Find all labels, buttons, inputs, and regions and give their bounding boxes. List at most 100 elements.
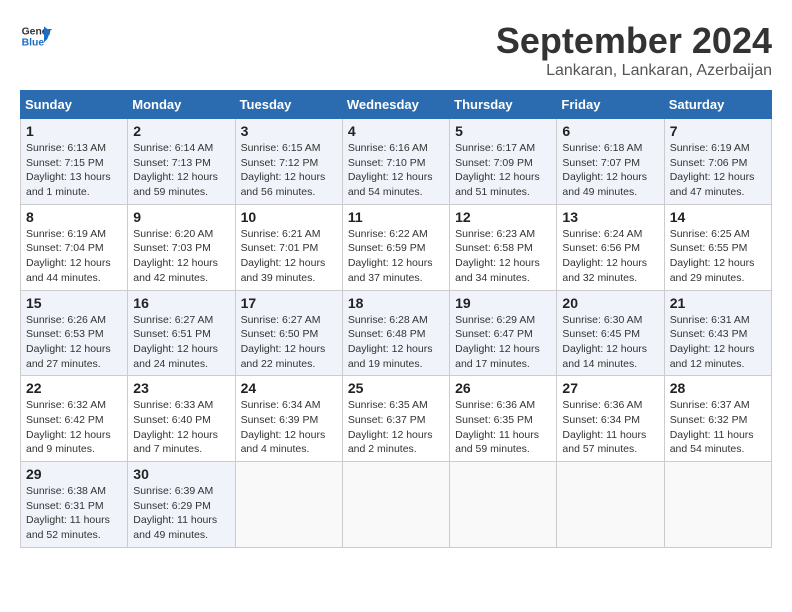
- day-info: Sunrise: 6:39 AM Sunset: 6:29 PM Dayligh…: [133, 484, 229, 543]
- weekday-sunday: Sunday: [21, 91, 128, 119]
- day-info: Sunrise: 6:18 AM Sunset: 7:07 PM Dayligh…: [562, 141, 658, 200]
- day-info: Sunrise: 6:21 AM Sunset: 7:01 PM Dayligh…: [241, 227, 337, 286]
- day-info: Sunrise: 6:32 AM Sunset: 6:42 PM Dayligh…: [26, 398, 122, 457]
- day-number: 6: [562, 123, 658, 139]
- calendar-week-5: 29 Sunrise: 6:38 AM Sunset: 6:31 PM Dayli…: [21, 462, 772, 548]
- day-number: 13: [562, 209, 658, 225]
- calendar-body: 1 Sunrise: 6:13 AM Sunset: 7:15 PM Daylig…: [21, 119, 772, 548]
- day-number: 21: [670, 295, 766, 311]
- day-number: 26: [455, 380, 551, 396]
- calendar-cell: 12 Sunrise: 6:23 AM Sunset: 6:58 PM Dayli…: [450, 204, 557, 290]
- weekday-saturday: Saturday: [664, 91, 771, 119]
- day-number: 2: [133, 123, 229, 139]
- day-info: Sunrise: 6:35 AM Sunset: 6:37 PM Dayligh…: [348, 398, 444, 457]
- day-info: Sunrise: 6:22 AM Sunset: 6:59 PM Dayligh…: [348, 227, 444, 286]
- calendar-cell: 26 Sunrise: 6:36 AM Sunset: 6:35 PM Dayli…: [450, 376, 557, 462]
- calendar-cell: 2 Sunrise: 6:14 AM Sunset: 7:13 PM Daylig…: [128, 119, 235, 205]
- calendar-cell: [450, 462, 557, 548]
- calendar-cell: [557, 462, 664, 548]
- day-number: 15: [26, 295, 122, 311]
- day-info: Sunrise: 6:30 AM Sunset: 6:45 PM Dayligh…: [562, 313, 658, 372]
- location-title: Lankaran, Lankaran, Azerbaijan: [496, 62, 772, 80]
- day-number: 5: [455, 123, 551, 139]
- day-number: 20: [562, 295, 658, 311]
- calendar-cell: 5 Sunrise: 6:17 AM Sunset: 7:09 PM Daylig…: [450, 119, 557, 205]
- weekday-thursday: Thursday: [450, 91, 557, 119]
- calendar-header: SundayMondayTuesdayWednesdayThursdayFrid…: [21, 91, 772, 119]
- calendar-cell: 6 Sunrise: 6:18 AM Sunset: 7:07 PM Daylig…: [557, 119, 664, 205]
- day-info: Sunrise: 6:23 AM Sunset: 6:58 PM Dayligh…: [455, 227, 551, 286]
- day-info: Sunrise: 6:36 AM Sunset: 6:35 PM Dayligh…: [455, 398, 551, 457]
- calendar-week-3: 15Sunrise: 6:26 AM Sunset: 6:53 PM Dayli…: [21, 290, 772, 376]
- day-number: 24: [241, 380, 337, 396]
- calendar-cell: 25 Sunrise: 6:35 AM Sunset: 6:37 PM Dayli…: [342, 376, 449, 462]
- day-info: Sunrise: 6:14 AM Sunset: 7:13 PM Dayligh…: [133, 141, 229, 200]
- day-number: 18: [348, 295, 444, 311]
- day-info: Sunrise: 6:28 AM Sunset: 6:48 PM Dayligh…: [348, 313, 444, 372]
- calendar-cell: 29 Sunrise: 6:38 AM Sunset: 6:31 PM Dayli…: [21, 462, 128, 548]
- day-number: 22: [26, 380, 122, 396]
- calendar-cell: 30Sunrise: 6:39 AM Sunset: 6:29 PM Dayli…: [128, 462, 235, 548]
- day-number: 1: [26, 123, 122, 139]
- day-info: Sunrise: 6:34 AM Sunset: 6:39 PM Dayligh…: [241, 398, 337, 457]
- weekday-header-row: SundayMondayTuesdayWednesdayThursdayFrid…: [21, 91, 772, 119]
- calendar-cell: [342, 462, 449, 548]
- calendar-cell: 13Sunrise: 6:24 AM Sunset: 6:56 PM Dayli…: [557, 204, 664, 290]
- calendar-cell: 18 Sunrise: 6:28 AM Sunset: 6:48 PM Dayli…: [342, 290, 449, 376]
- day-info: Sunrise: 6:31 AM Sunset: 6:43 PM Dayligh…: [670, 313, 766, 372]
- day-number: 29: [26, 466, 122, 482]
- calendar-cell: 27 Sunrise: 6:36 AM Sunset: 6:34 PM Dayli…: [557, 376, 664, 462]
- calendar-week-2: 8 Sunrise: 6:19 AM Sunset: 7:04 PM Daylig…: [21, 204, 772, 290]
- day-number: 25: [348, 380, 444, 396]
- weekday-wednesday: Wednesday: [342, 91, 449, 119]
- calendar-cell: [235, 462, 342, 548]
- calendar-cell: 28 Sunrise: 6:37 AM Sunset: 6:32 PM Dayli…: [664, 376, 771, 462]
- day-number: 19: [455, 295, 551, 311]
- day-number: 16: [133, 295, 229, 311]
- day-info: Sunrise: 6:29 AM Sunset: 6:47 PM Dayligh…: [455, 313, 551, 372]
- day-info: Sunrise: 6:19 AM Sunset: 7:06 PM Dayligh…: [670, 141, 766, 200]
- weekday-monday: Monday: [128, 91, 235, 119]
- day-number: 27: [562, 380, 658, 396]
- weekday-friday: Friday: [557, 91, 664, 119]
- page-header: General Blue September 2024 Lankaran, La…: [20, 20, 772, 80]
- calendar-table: SundayMondayTuesdayWednesdayThursdayFrid…: [20, 90, 772, 548]
- day-number: 14: [670, 209, 766, 225]
- calendar-cell: 11 Sunrise: 6:22 AM Sunset: 6:59 PM Dayli…: [342, 204, 449, 290]
- day-number: 23: [133, 380, 229, 396]
- title-area: September 2024 Lankaran, Lankaran, Azerb…: [496, 20, 772, 80]
- calendar-cell: 10 Sunrise: 6:21 AM Sunset: 7:01 PM Dayli…: [235, 204, 342, 290]
- day-info: Sunrise: 6:25 AM Sunset: 6:55 PM Dayligh…: [670, 227, 766, 286]
- month-title: September 2024: [496, 20, 772, 62]
- calendar-cell: 19 Sunrise: 6:29 AM Sunset: 6:47 PM Dayli…: [450, 290, 557, 376]
- calendar-cell: 4 Sunrise: 6:16 AM Sunset: 7:10 PM Daylig…: [342, 119, 449, 205]
- calendar-cell: 14 Sunrise: 6:25 AM Sunset: 6:55 PM Dayli…: [664, 204, 771, 290]
- day-info: Sunrise: 6:17 AM Sunset: 7:09 PM Dayligh…: [455, 141, 551, 200]
- day-number: 8: [26, 209, 122, 225]
- day-number: 28: [670, 380, 766, 396]
- calendar-cell: 16Sunrise: 6:27 AM Sunset: 6:51 PM Dayli…: [128, 290, 235, 376]
- day-info: Sunrise: 6:13 AM Sunset: 7:15 PM Dayligh…: [26, 141, 122, 200]
- day-info: Sunrise: 6:16 AM Sunset: 7:10 PM Dayligh…: [348, 141, 444, 200]
- logo: General Blue: [20, 20, 52, 52]
- calendar-week-1: 1 Sunrise: 6:13 AM Sunset: 7:15 PM Daylig…: [21, 119, 772, 205]
- day-info: Sunrise: 6:37 AM Sunset: 6:32 PM Dayligh…: [670, 398, 766, 457]
- calendar-cell: 1 Sunrise: 6:13 AM Sunset: 7:15 PM Daylig…: [21, 119, 128, 205]
- calendar-cell: 20 Sunrise: 6:30 AM Sunset: 6:45 PM Dayli…: [557, 290, 664, 376]
- calendar-cell: 7 Sunrise: 6:19 AM Sunset: 7:06 PM Daylig…: [664, 119, 771, 205]
- day-number: 10: [241, 209, 337, 225]
- day-number: 4: [348, 123, 444, 139]
- day-info: Sunrise: 6:36 AM Sunset: 6:34 PM Dayligh…: [562, 398, 658, 457]
- calendar-cell: 9Sunrise: 6:20 AM Sunset: 7:03 PM Daylig…: [128, 204, 235, 290]
- day-info: Sunrise: 6:15 AM Sunset: 7:12 PM Dayligh…: [241, 141, 337, 200]
- calendar-cell: 15Sunrise: 6:26 AM Sunset: 6:53 PM Dayli…: [21, 290, 128, 376]
- day-number: 11: [348, 209, 444, 225]
- calendar-cell: [664, 462, 771, 548]
- day-info: Sunrise: 6:19 AM Sunset: 7:04 PM Dayligh…: [26, 227, 122, 286]
- day-number: 7: [670, 123, 766, 139]
- weekday-tuesday: Tuesday: [235, 91, 342, 119]
- day-number: 12: [455, 209, 551, 225]
- calendar-cell: 8 Sunrise: 6:19 AM Sunset: 7:04 PM Daylig…: [21, 204, 128, 290]
- day-info: Sunrise: 6:38 AM Sunset: 6:31 PM Dayligh…: [26, 484, 122, 543]
- day-info: Sunrise: 6:20 AM Sunset: 7:03 PM Dayligh…: [133, 227, 229, 286]
